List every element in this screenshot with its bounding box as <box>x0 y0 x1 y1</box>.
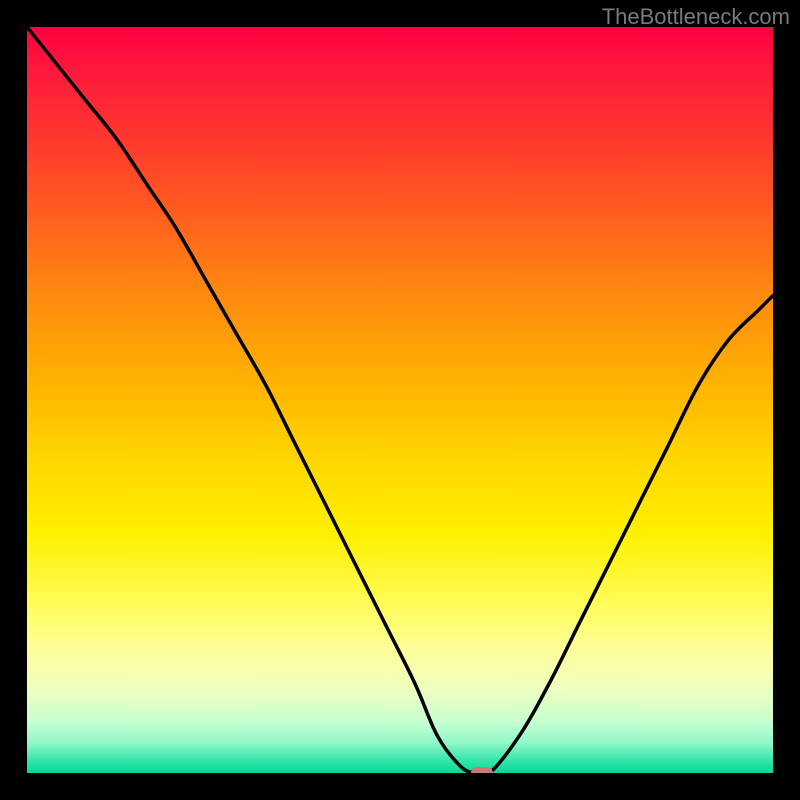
bottleneck-curve <box>27 27 773 773</box>
watermark-text: TheBottleneck.com <box>602 4 790 30</box>
chart-frame: TheBottleneck.com <box>0 0 800 800</box>
optimum-marker <box>471 767 493 773</box>
plot-area <box>27 27 773 773</box>
